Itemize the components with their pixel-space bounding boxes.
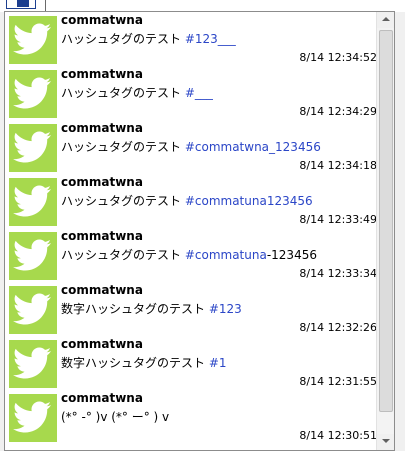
tweet-timestamp: 8/14 12:34:29	[299, 105, 377, 118]
user-avatar[interactable]	[9, 16, 57, 64]
tweet-text: ハッシュタグのテスト #commatuna123456	[61, 192, 313, 209]
tweet-username[interactable]: commatwna	[61, 121, 143, 135]
tweet-username[interactable]: commatwna	[61, 391, 143, 405]
twitter-bird-icon	[13, 347, 51, 379]
hashtag-link[interactable]: #commatwna_123456	[185, 140, 321, 154]
tweet-username[interactable]: commatwna	[61, 67, 143, 81]
tweet-body: 数字ハッシュタグのテスト	[61, 356, 209, 370]
tweet-text: (*° -° )v (*° ー° ) v	[61, 408, 169, 425]
tweet-item[interactable]: commatwna 数字ハッシュタグのテスト #123 8/14 12:32:2…	[5, 282, 377, 336]
user-avatar[interactable]	[9, 232, 57, 280]
tweet-username[interactable]: commatwna	[61, 13, 143, 27]
tweet-item[interactable]: commatwna ハッシュタグのテスト #123___ 8/14 12:34:…	[5, 12, 377, 66]
tweet-timestamp: 8/14 12:32:26	[299, 321, 377, 334]
tweet-timestamp: 8/14 12:30:51	[299, 429, 377, 442]
tweet-body: ハッシュタグのテスト	[61, 194, 185, 208]
tweet-body: 数字ハッシュタグのテスト	[61, 302, 209, 316]
tweet-text: ハッシュタグのテスト #commatwna_123456	[61, 138, 321, 155]
timeline-panel: commatwna ハッシュタグのテスト #123___ 8/14 12:34:…	[4, 11, 395, 451]
tweet-timestamp: 8/14 12:33:34	[299, 267, 377, 280]
tweet-item[interactable]: commatwna ハッシュタグのテスト #___ 8/14 12:34:29	[5, 66, 377, 120]
tweet-list: commatwna ハッシュタグのテスト #123___ 8/14 12:34:…	[5, 12, 377, 450]
user-avatar[interactable]	[9, 394, 57, 442]
tweet-body: ハッシュタグのテスト	[61, 32, 185, 46]
hashtag-link[interactable]: #commatuna	[185, 248, 267, 262]
tweet-timestamp: 8/14 12:34:52	[299, 51, 377, 64]
twitter-bird-icon	[13, 401, 51, 433]
twitter-bird-icon	[13, 77, 51, 109]
tweet-timestamp: 8/14 12:34:18	[299, 159, 377, 172]
tweet-body: ハッシュタグのテスト	[61, 248, 185, 262]
app-icon[interactable]	[6, 0, 36, 9]
toolbar-divider	[45, 0, 46, 11]
tweet-item[interactable]: commatwna ハッシュタグのテスト #commatuna-123456 8…	[5, 228, 377, 282]
twitter-bird-icon	[13, 239, 51, 271]
user-avatar[interactable]	[9, 70, 57, 118]
tweet-timestamp: 8/14 12:33:49	[299, 213, 377, 226]
hashtag-link[interactable]: #123	[209, 302, 242, 316]
tweet-item[interactable]: commatwna 数字ハッシュタグのテスト #1 8/14 12:31:55	[5, 336, 377, 390]
tweet-username[interactable]: commatwna	[61, 175, 143, 189]
twitter-bird-icon	[13, 23, 51, 55]
tweet-timestamp: 8/14 12:31:55	[299, 375, 377, 388]
user-avatar[interactable]	[9, 124, 57, 172]
hashtag-link[interactable]: #commatuna123456	[185, 194, 313, 208]
tweet-username[interactable]: commatwna	[61, 337, 143, 351]
tweet-username[interactable]: commatwna	[61, 229, 143, 243]
hashtag-link[interactable]: #123___	[185, 32, 236, 46]
hashtag-link[interactable]: #1	[209, 356, 227, 370]
user-avatar[interactable]	[9, 178, 57, 226]
scroll-up-button[interactable]	[377, 12, 394, 28]
twitter-bird-icon	[13, 185, 51, 217]
tweet-body: ハッシュタグのテスト	[61, 86, 185, 100]
scroll-thumb[interactable]	[379, 30, 393, 412]
tweet-item[interactable]: commatwna ハッシュタグのテスト #commatwna_123456 8…	[5, 120, 377, 174]
twitter-bird-icon	[13, 293, 51, 325]
arrow-up-icon	[382, 17, 390, 21]
tweet-item[interactable]: commatwna (*° -° )v (*° ー° ) v 8/14 12:3…	[5, 390, 377, 444]
vertical-scrollbar[interactable]	[376, 12, 394, 450]
tweet-text: ハッシュタグのテスト #123___	[61, 30, 236, 47]
twitter-bird-icon	[13, 131, 51, 163]
user-avatar[interactable]	[9, 286, 57, 334]
tweet-text: ハッシュタグのテスト #___	[61, 84, 213, 101]
tweet-text: ハッシュタグのテスト #commatuna-123456	[61, 246, 317, 263]
tweet-suffix: -123456	[266, 248, 317, 262]
tweet-text: 数字ハッシュタグのテスト #1	[61, 354, 227, 371]
scroll-down-button[interactable]	[377, 434, 394, 450]
tweet-username[interactable]: commatwna	[61, 283, 143, 297]
hashtag-link[interactable]: #___	[185, 86, 213, 100]
tweet-body: ハッシュタグのテスト	[61, 140, 185, 154]
tweet-text: 数字ハッシュタグのテスト #123	[61, 300, 242, 317]
tweet-item[interactable]: commatwna ハッシュタグのテスト #commatuna123456 8/…	[5, 174, 377, 228]
tweet-body: (*° -° )v (*° ー° ) v	[61, 410, 170, 424]
arrow-down-icon	[382, 439, 390, 443]
user-avatar[interactable]	[9, 340, 57, 388]
